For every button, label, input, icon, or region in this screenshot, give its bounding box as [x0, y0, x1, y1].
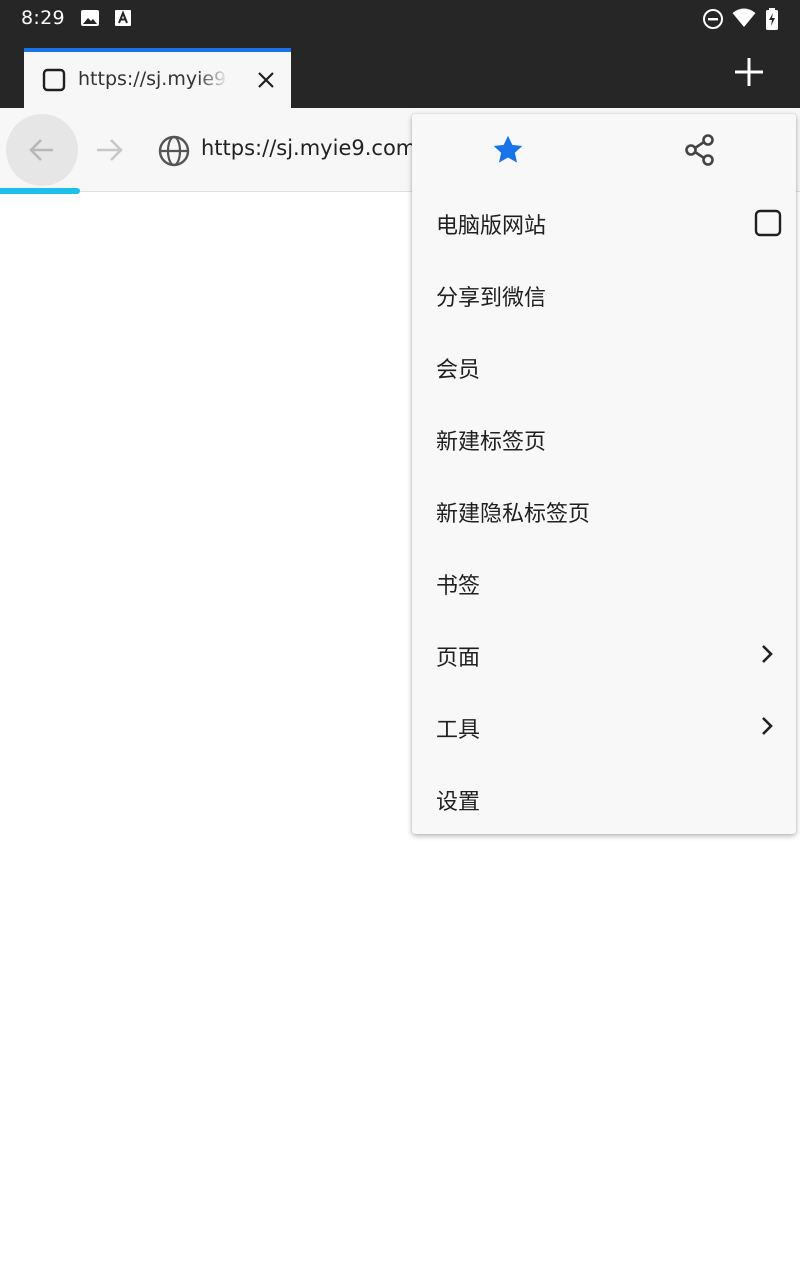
tab-strip: https://sj.myie9.com — [0, 36, 800, 108]
chevron-right-icon — [756, 642, 778, 670]
menu-item-label: 新建隐私标签页 — [436, 502, 591, 527]
menu-item-membership[interactable]: 会员 — [412, 330, 796, 402]
wifi-icon — [732, 8, 756, 32]
menu-item-label: 书签 — [436, 574, 481, 599]
square-outline-icon — [42, 68, 66, 96]
globe-icon — [157, 134, 191, 172]
back-button[interactable] — [6, 114, 78, 186]
star-icon[interactable] — [490, 132, 526, 168]
status-bar: 8:29 — [0, 0, 800, 36]
menu-item-label: 分享到微信 — [436, 286, 547, 311]
overflow-menu: 电脑版网站 分享到微信 会员 新建标签页 新建隐私标签页 书签 页面 工具 设置 — [412, 114, 796, 834]
menu-item-label: 设置 — [436, 790, 481, 815]
forward-button[interactable] — [94, 134, 126, 170]
share-icon[interactable] — [682, 132, 718, 168]
page-load-progress — [0, 188, 80, 194]
battery-charging-icon — [765, 8, 779, 34]
arrow-right-icon — [97, 139, 123, 161]
checkbox-unchecked[interactable] — [754, 209, 782, 241]
close-icon[interactable] — [254, 68, 278, 96]
menu-item-label: 电脑版网站 — [436, 214, 547, 239]
menu-item-label: 会员 — [436, 358, 481, 383]
menu-item-new-tab[interactable]: 新建标签页 — [412, 402, 796, 474]
menu-item-new-private-tab[interactable]: 新建隐私标签页 — [412, 474, 796, 546]
arrow-left-icon — [29, 139, 53, 161]
menu-item-settings[interactable]: 设置 — [412, 762, 796, 834]
menu-item-label: 页面 — [436, 646, 481, 671]
do-not-disturb-icon — [702, 8, 724, 34]
status-time: 8:29 — [21, 7, 65, 29]
chevron-right-icon — [756, 714, 778, 742]
tab-title: https://sj.myie9.com — [78, 68, 228, 90]
menu-item-desktop-site[interactable]: 电脑版网站 — [412, 186, 796, 258]
tab-current[interactable]: https://sj.myie9.com — [24, 48, 291, 108]
menu-item-label: 新建标签页 — [436, 430, 547, 455]
url-field[interactable]: https://sj.myie9.com — [201, 136, 416, 160]
image-icon — [80, 8, 100, 32]
menu-item-label: 工具 — [436, 718, 481, 743]
menu-top-row — [412, 114, 796, 186]
font-a-icon — [114, 8, 132, 32]
menu-item-bookmarks[interactable]: 书签 — [412, 546, 796, 618]
menu-item-page[interactable]: 页面 — [412, 618, 796, 690]
menu-item-tools[interactable]: 工具 — [412, 690, 796, 762]
new-tab-plus-icon[interactable] — [733, 56, 765, 92]
menu-item-share-wechat[interactable]: 分享到微信 — [412, 258, 796, 330]
